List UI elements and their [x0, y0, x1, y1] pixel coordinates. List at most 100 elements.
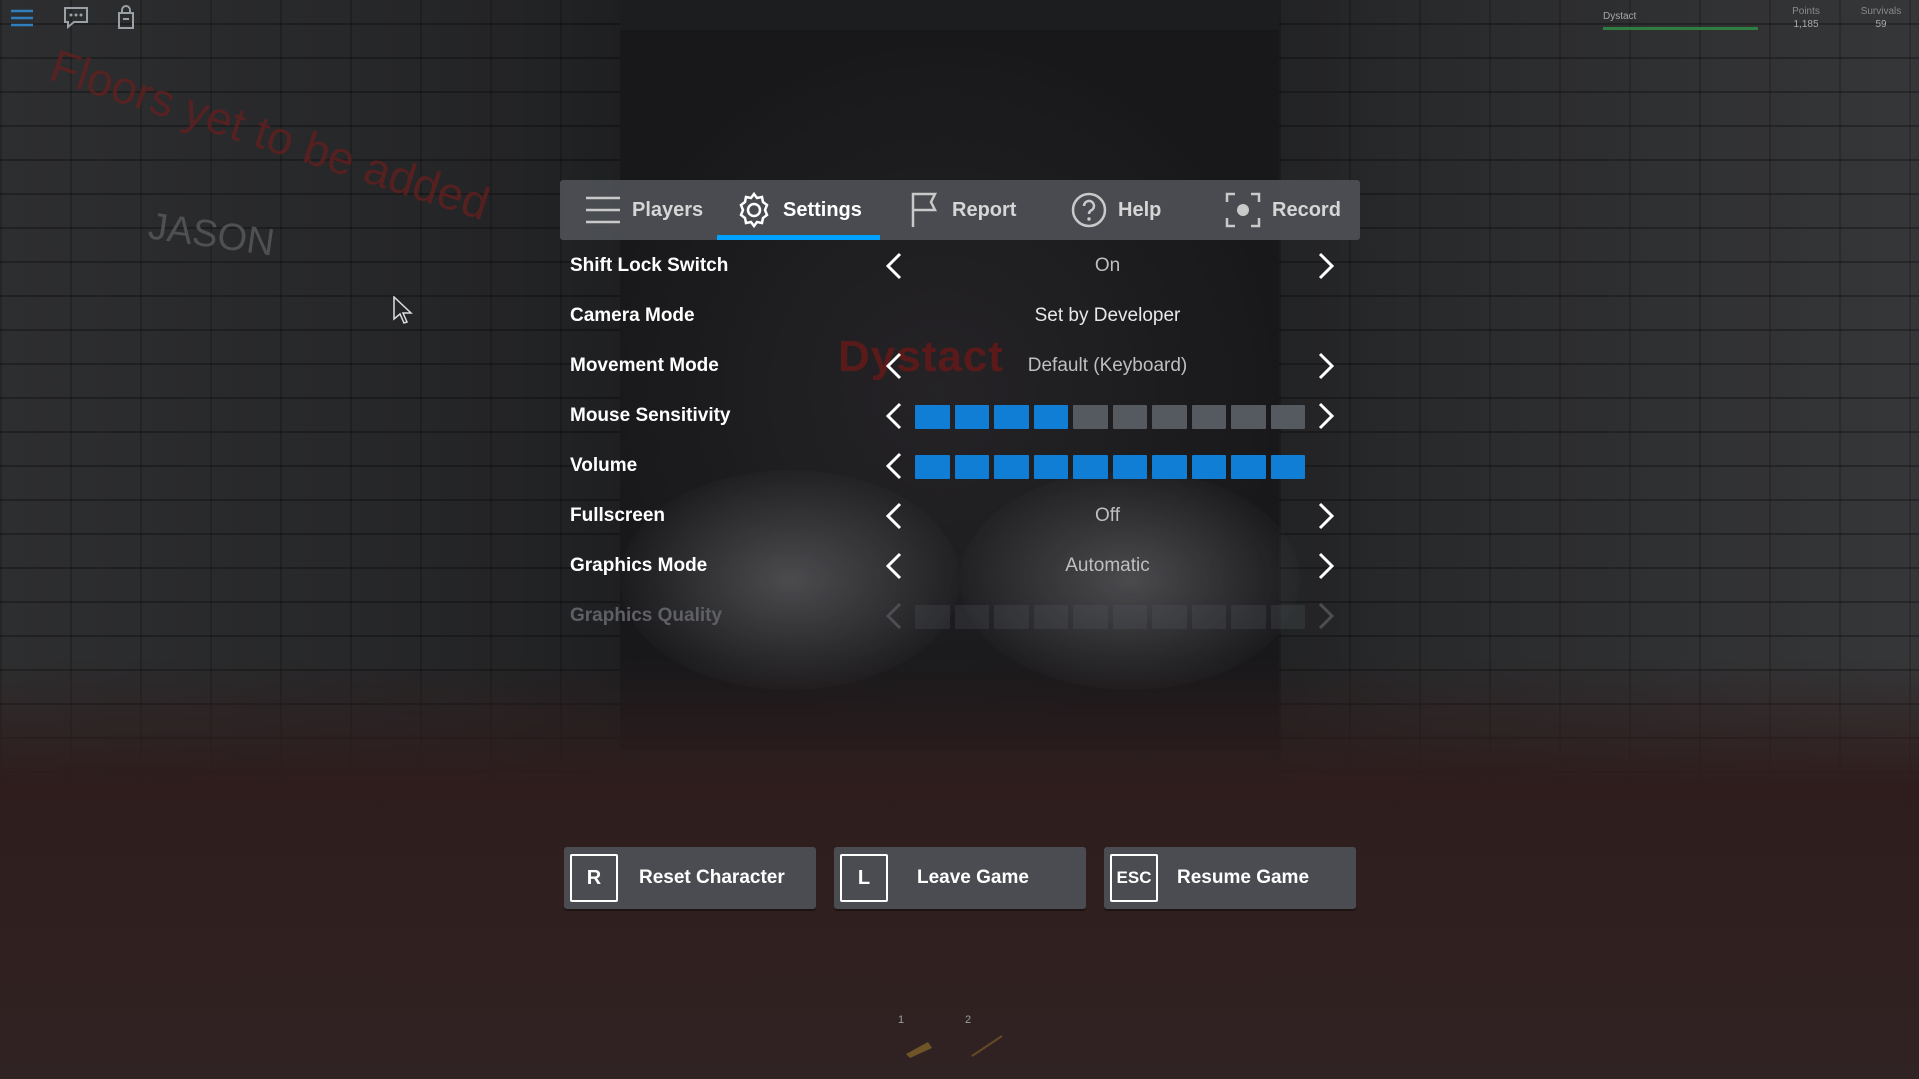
tab-settings-label: Settings: [783, 198, 862, 221]
slider-step[interactable]: [1112, 455, 1147, 479]
reset-character-label: Reset Character: [639, 867, 785, 888]
chevron-right-icon[interactable]: [1310, 551, 1340, 581]
setting-fullscreen: Fullscreen Off: [570, 491, 1340, 541]
stat-value-points: 1,185: [1793, 19, 1819, 30]
mouse-cursor-icon: [393, 295, 413, 329]
tab-settings[interactable]: Settings: [717, 180, 880, 240]
slider-step[interactable]: [1191, 455, 1226, 479]
leave-game-button[interactable]: L Leave Game: [834, 847, 1086, 909]
menu-tab-bar: Players Settings Report Help Record: [560, 180, 1360, 240]
setting-label: Camera Mode: [570, 305, 695, 326]
hotbar-slot-number: 1: [898, 1014, 905, 1026]
setting-label: Graphics Mode: [570, 555, 708, 576]
volume-slider[interactable]: [915, 455, 1305, 479]
slider-step[interactable]: [1270, 405, 1305, 429]
slider-step[interactable]: [1191, 405, 1226, 429]
slider-step: [1270, 605, 1305, 629]
stat-header-survivals: Survivals: [1860, 6, 1902, 17]
slider-step: [1112, 605, 1147, 629]
tab-report-label: Report: [952, 198, 1017, 221]
slider-step[interactable]: [1073, 405, 1108, 429]
key-hint-l: L: [840, 854, 888, 902]
player-health-bar: [1603, 27, 1758, 30]
setting-label: Shift Lock Switch: [570, 255, 729, 276]
flag-icon: [908, 191, 942, 229]
slider-step: [1191, 605, 1226, 629]
slider-step[interactable]: [994, 405, 1029, 429]
setting-volume: Volume: [570, 441, 1340, 491]
slider-step[interactable]: [915, 455, 950, 479]
slider-step[interactable]: [1152, 405, 1187, 429]
chevron-right-icon[interactable]: [1310, 501, 1340, 531]
setting-value: Automatic: [1065, 555, 1150, 576]
tab-report[interactable]: Report: [908, 180, 1016, 240]
chevron-left-icon[interactable]: [880, 351, 910, 381]
mouse-sensitivity-slider[interactable]: [915, 405, 1305, 429]
resume-game-button[interactable]: ESC Resume Game: [1104, 847, 1356, 909]
slider-step: [954, 605, 989, 629]
menu-icon[interactable]: [8, 4, 36, 32]
leaderboard-player-name: Dystact: [1603, 11, 1637, 22]
setting-camera-mode: Camera Mode Set by Developer: [570, 291, 1340, 341]
chevron-left-icon[interactable]: [880, 551, 910, 581]
setting-label: Fullscreen: [570, 505, 666, 526]
slider-step[interactable]: [1152, 455, 1187, 479]
chevron-left-icon: [880, 601, 910, 631]
slider-step[interactable]: [915, 405, 950, 429]
key-hint-esc: ESC: [1110, 854, 1158, 902]
key-hint-r: R: [570, 854, 618, 902]
slider-step[interactable]: [954, 405, 989, 429]
slider-step: [994, 605, 1029, 629]
chat-icon[interactable]: [62, 4, 90, 32]
chevron-right-icon[interactable]: [1310, 401, 1340, 431]
setting-label: Mouse Sensitivity: [570, 405, 731, 426]
setting-label: Volume: [570, 455, 638, 476]
slider-step[interactable]: [1231, 455, 1266, 479]
reset-character-button[interactable]: R Reset Character: [564, 847, 816, 909]
setting-value: On: [1094, 255, 1121, 276]
setting-mouse-sensitivity: Mouse Sensitivity: [570, 391, 1340, 441]
slider-step[interactable]: [1073, 455, 1108, 479]
chevron-left-icon[interactable]: [880, 451, 910, 481]
record-icon: [1224, 191, 1262, 229]
slider-step[interactable]: [1231, 405, 1266, 429]
slider-step[interactable]: [1033, 405, 1068, 429]
chevron-left-icon[interactable]: [880, 501, 910, 531]
slider-step[interactable]: [1112, 405, 1147, 429]
setting-movement-mode: Movement Mode Default (Keyboard): [570, 341, 1340, 391]
backpack-icon[interactable]: [112, 4, 140, 32]
leave-game-label: Leave Game: [917, 867, 1029, 888]
slider-step[interactable]: [994, 455, 1029, 479]
flashlight-icon[interactable]: [902, 1030, 942, 1060]
chevron-right-icon: [1310, 601, 1340, 631]
hamburger-icon: [584, 193, 622, 227]
hotbar-slot-number: 2: [965, 1014, 972, 1026]
tool-icon[interactable]: [968, 1030, 1008, 1060]
setting-value: Default (Keyboard): [1027, 355, 1188, 376]
tab-record-label: Record: [1272, 198, 1341, 221]
slider-step: [915, 605, 950, 629]
tab-players-label: Players: [632, 198, 704, 221]
resume-game-label: Resume Game: [1177, 867, 1310, 888]
stat-header-points: Points: [1792, 6, 1820, 17]
setting-shift-lock: Shift Lock Switch On: [570, 241, 1340, 291]
tab-record[interactable]: Record: [1224, 180, 1341, 240]
tab-players[interactable]: Players: [584, 180, 703, 240]
setting-graphics-quality: Graphics Quality: [570, 591, 1340, 641]
setting-label: Movement Mode: [570, 355, 719, 376]
tab-help-label: Help: [1118, 198, 1162, 221]
slider-step[interactable]: [1270, 455, 1305, 479]
slider-step[interactable]: [954, 455, 989, 479]
chevron-right-icon[interactable]: [1310, 351, 1340, 381]
chevron-left-icon[interactable]: [880, 401, 910, 431]
chevron-right-icon[interactable]: [1310, 251, 1340, 281]
stat-value-survivals: 59: [1875, 19, 1887, 30]
leaderboard: Dystact Points 1,185 Survivals 59: [1600, 6, 1919, 34]
gear-icon: [735, 191, 773, 229]
tab-help[interactable]: Help: [1070, 180, 1161, 240]
slider-step[interactable]: [1033, 455, 1068, 479]
slider-step: [1033, 605, 1068, 629]
setting-value: Off: [1095, 505, 1120, 526]
chevron-left-icon[interactable]: [880, 251, 910, 281]
active-tab-indicator: [717, 235, 880, 240]
